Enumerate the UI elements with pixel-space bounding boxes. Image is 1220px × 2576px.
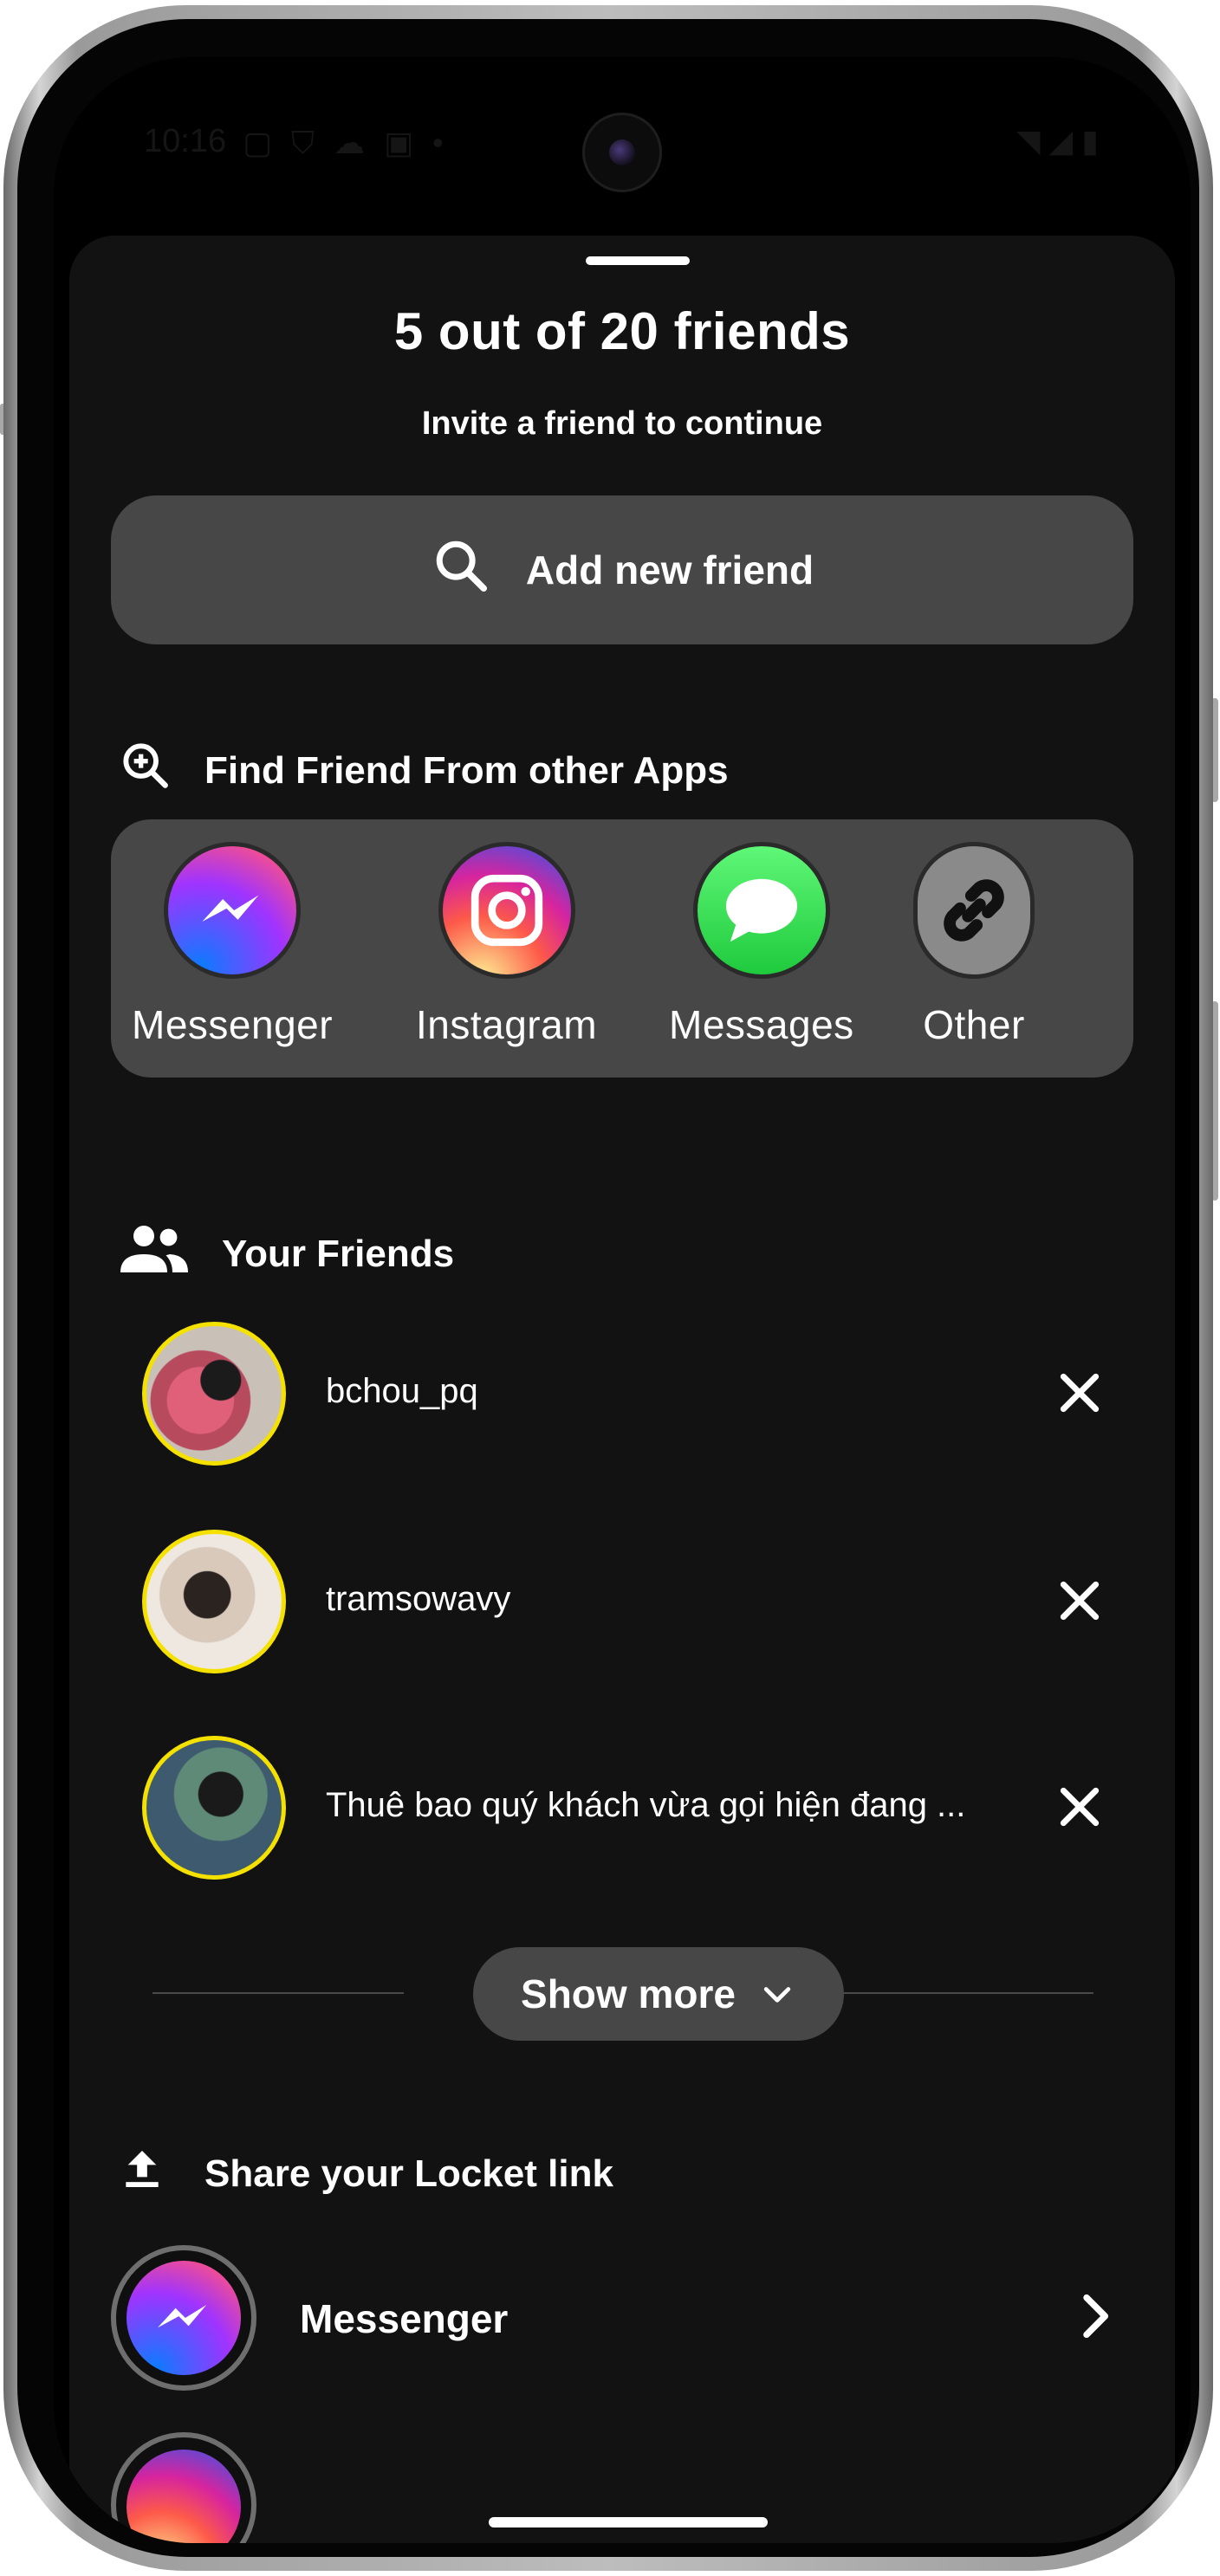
divider-left — [152, 1992, 404, 1994]
share-link-heading-label: Share your Locket link — [204, 2152, 613, 2195]
app-label: Messages — [669, 1002, 854, 1047]
app-label: Messenger — [132, 1002, 334, 1047]
avatar[interactable] — [142, 1322, 286, 1466]
remove-friend-button[interactable] — [1052, 1573, 1107, 1628]
friend-row: Thuê bao quý khách vừa gọi hiện đang ... — [69, 1736, 1175, 1883]
app-messenger[interactable]: Messenger — [132, 842, 333, 1048]
status-system-icons: ◥◢▮ — [1016, 123, 1107, 159]
chevron-right-icon — [1066, 2288, 1121, 2344]
find-friends-heading: Find Friend From other Apps — [118, 738, 729, 803]
app-label: Other — [923, 1002, 1025, 1047]
battery-icon: ▮ — [1081, 123, 1107, 159]
people-icon — [118, 1223, 191, 1285]
dot-icon: • — [432, 125, 463, 160]
search-icon — [431, 535, 491, 605]
notification-icon: ▢ — [243, 125, 292, 160]
messenger-icon — [127, 2261, 241, 2375]
apps-panel: Messenger Instagram Messages Other — [111, 819, 1133, 1078]
your-friends-heading-label: Your Friends — [222, 1232, 455, 1275]
sheet-drag-handle[interactable] — [586, 256, 690, 265]
status-notification-icons: ▢⛉☁▣• — [243, 125, 463, 162]
link-icon — [913, 842, 1035, 979]
status-bar: 10:16 ▢⛉☁▣• ◥◢▮ — [54, 57, 1191, 230]
phone-screen: 10:16 ▢⛉☁▣• ◥◢▮ 5 out of 20 friends Invi… — [54, 57, 1191, 2543]
close-icon — [1060, 1581, 1100, 1621]
app-instagram[interactable]: Instagram — [416, 842, 597, 1048]
status-time: 10:16 — [144, 123, 227, 159]
messages-icon — [692, 842, 830, 979]
remove-friend-button[interactable] — [1052, 1365, 1107, 1421]
friend-name: Thuê bao quý khách vừa gọi hiện đang ... — [326, 1786, 966, 1824]
add-friends-sheet: 5 out of 20 friends Invite a friend to c… — [69, 236, 1175, 2543]
friend-row: bchou_pq — [69, 1322, 1175, 1469]
friend-row: tramsowavy — [69, 1530, 1175, 1677]
chevron-down-icon — [763, 1987, 791, 2003]
messenger-icon — [164, 842, 302, 979]
sim-icon: ▣ — [384, 125, 433, 160]
sheet-subtitle: Invite a friend to continue — [421, 405, 823, 442]
avatar[interactable] — [142, 1530, 286, 1673]
phone-frame: 10:16 ▢⛉☁▣• ◥◢▮ 5 out of 20 friends Invi… — [3, 5, 1213, 2571]
add-new-friend-label: Add new friend — [525, 547, 814, 592]
share-link-heading: Share your Locket link — [118, 2143, 613, 2204]
messenger-icon-avatar — [111, 2245, 256, 2391]
shield-icon: ⛉ — [291, 125, 334, 160]
share-item-label: Messenger — [300, 2296, 509, 2341]
phone-bezel: 10:16 ▢⛉☁▣• ◥◢▮ 5 out of 20 friends Invi… — [17, 19, 1199, 2557]
share-item-messenger[interactable]: Messenger — [69, 2245, 1175, 2392]
instagram-icon — [438, 842, 575, 979]
app-label: Instagram — [416, 1002, 598, 1047]
app-other[interactable]: Other — [913, 842, 1035, 1048]
friend-name: tramsowavy — [326, 1580, 511, 1618]
show-more-label: Show more — [521, 1971, 736, 2016]
share-item-partial[interactable] — [111, 2432, 256, 2543]
friend-name: bchou_pq — [326, 1372, 478, 1410]
instagram-icon — [127, 2450, 241, 2543]
your-friends-heading: Your Friends — [118, 1223, 454, 1285]
close-icon — [1060, 1373, 1100, 1413]
sheet-title: 5 out of 20 friends — [393, 302, 851, 360]
avatar[interactable] — [142, 1736, 286, 1880]
cloud-icon: ☁ — [334, 125, 385, 160]
show-more-button[interactable]: Show more — [473, 1947, 844, 2041]
find-friends-heading-label: Find Friend From other Apps — [204, 748, 729, 792]
wifi-icon: ◥ — [1016, 123, 1049, 159]
zoom-in-icon — [118, 738, 173, 803]
home-indicator[interactable] — [489, 2517, 768, 2527]
app-messages[interactable]: Messages — [669, 842, 854, 1048]
divider-right — [840, 1992, 1093, 1994]
upload-icon — [118, 2143, 166, 2204]
add-new-friend-button[interactable]: Add new friend — [111, 495, 1133, 644]
remove-friend-button[interactable] — [1052, 1779, 1107, 1835]
close-icon — [1060, 1787, 1100, 1827]
front-camera — [582, 113, 662, 192]
signal-icon: ◢ — [1048, 123, 1082, 159]
